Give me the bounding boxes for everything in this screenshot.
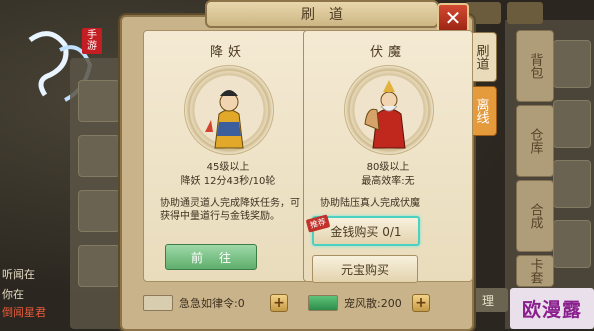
add-chongfengsan-button[interactable]: + — [412, 294, 430, 312]
level-requirement: 45级以上 — [206, 162, 250, 173]
task-description: 协助陆压真人完成伏魔 — [320, 198, 420, 209]
portrait-tongling-daoren — [184, 65, 274, 155]
right-tab-synthesis[interactable]: 合成 — [516, 180, 554, 252]
portrait-luya-zhenren — [344, 65, 434, 155]
chongfengsan-label: 宠风散:200 — [344, 297, 402, 310]
close-icon: ✕ — [444, 6, 462, 30]
chat-line: 听闻在 — [2, 268, 35, 281]
site-watermark: 欧漫露 — [510, 288, 594, 329]
jijirulvling-label: 急急如律令:0 — [179, 297, 245, 310]
close-button[interactable]: ✕ — [437, 3, 469, 33]
left-slot — [78, 135, 120, 177]
right-slot — [553, 40, 591, 88]
plus-icon: + — [273, 295, 285, 311]
right-slot — [553, 100, 591, 148]
chongfengsan-row: 宠风散:200 — [308, 294, 402, 312]
add-jijirulvling-button[interactable]: + — [270, 294, 288, 312]
right-slot — [553, 220, 591, 268]
dialog-title-bar: 刷道 — [205, 0, 439, 28]
task-description: 协助通灵道人完成降妖任务，可获得中量道行与金钱奖励。 — [160, 198, 300, 222]
sort-button[interactable]: 理 — [468, 288, 508, 312]
panel-title: 伏魔 — [369, 45, 406, 60]
efficiency-text: 最高效率:无 — [361, 176, 415, 187]
right-tab-card[interactable]: 卡套 — [516, 255, 554, 287]
jijirulvling-row: 急急如律令:0 — [143, 294, 245, 312]
top-icon-bar — [465, 2, 543, 24]
right-tab-bag[interactable]: 背包 — [516, 30, 554, 102]
ingot-buy-button[interactable]: 元宝购买 — [312, 255, 418, 283]
level-requirement: 80级以上 — [366, 162, 410, 173]
plus-icon: + — [415, 295, 427, 311]
panel-title: 降妖 — [209, 45, 246, 60]
progress-text: 降妖 12分43秒/10轮 — [180, 176, 276, 187]
immortal-character-icon — [364, 80, 406, 149]
left-slot — [78, 80, 120, 122]
left-slot — [78, 190, 120, 232]
chongfengsan-toggle[interactable] — [308, 295, 338, 311]
right-tab-storage[interactable]: 仓库 — [516, 105, 554, 177]
go-button[interactable]: 前往 — [165, 244, 257, 270]
chat-line: 倒闻星君 — [2, 306, 46, 319]
chat-line: 你在 — [2, 288, 24, 301]
left-slot — [78, 245, 120, 287]
dialog-title: 刷道 — [301, 7, 357, 23]
logo-badge: 手游 — [82, 28, 102, 54]
right-slot — [553, 160, 591, 208]
jijirulvling-toggle[interactable] — [143, 295, 173, 311]
daoist-character-icon — [205, 90, 244, 149]
